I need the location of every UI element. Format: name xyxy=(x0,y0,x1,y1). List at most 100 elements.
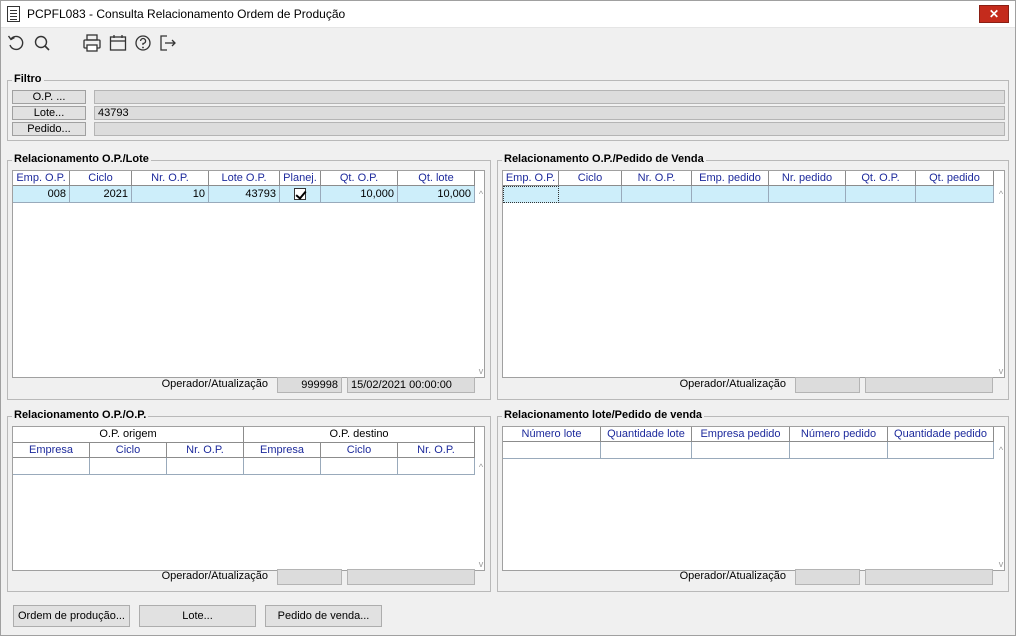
column-header[interactable]: Qt. pedido xyxy=(916,171,994,186)
column-header[interactable]: Planej. xyxy=(280,171,321,186)
table-cell[interactable] xyxy=(244,458,321,475)
planej-checkbox[interactable] xyxy=(294,188,306,200)
toolbar xyxy=(1,29,1015,57)
op-filter-button[interactable]: O.P. ... xyxy=(12,90,86,104)
pedido-filter-field[interactable] xyxy=(94,122,1005,136)
table-cell[interactable] xyxy=(398,458,475,475)
column-header[interactable]: Lote O.P. xyxy=(209,171,280,186)
exit-icon[interactable] xyxy=(157,32,179,54)
calendar-icon[interactable] xyxy=(107,32,129,54)
table-row[interactable] xyxy=(13,458,475,475)
table-cell[interactable] xyxy=(503,442,601,459)
update-date-field xyxy=(347,569,475,585)
column-header[interactable]: Nr. O.P. xyxy=(622,171,692,186)
table-cell[interactable] xyxy=(846,186,916,203)
column-header[interactable]: Número lote xyxy=(503,427,601,442)
table-cell[interactable] xyxy=(916,186,994,203)
scroll-up-icon[interactable]: ^ xyxy=(994,188,1008,200)
search-icon[interactable] xyxy=(31,32,53,54)
scroll-up-icon[interactable]: ^ xyxy=(474,188,488,200)
column-header[interactable]: Emp. O.P. xyxy=(13,171,70,186)
scroll-up-icon[interactable]: ^ xyxy=(474,461,488,473)
cell-planej[interactable] xyxy=(280,186,321,203)
op-filter-field[interactable] xyxy=(94,90,1005,104)
cell-ciclo[interactable]: 2021 xyxy=(70,186,132,203)
cell-qt-lote[interactable]: 10,000 xyxy=(398,186,475,203)
scroll-down-icon[interactable]: v xyxy=(474,558,488,570)
table-cell[interactable] xyxy=(622,186,692,203)
update-date-field: 15/02/2021 00:00:00 xyxy=(347,377,475,393)
op-lote-group: Relacionamento O.P./Lote Emp. O.P. Ciclo… xyxy=(7,153,491,400)
table-cell[interactable] xyxy=(559,186,622,203)
table-cell[interactable] xyxy=(321,458,398,475)
origem-header: O.P. origem xyxy=(13,427,244,443)
column-header[interactable]: Quantidade lote xyxy=(601,427,692,442)
table-cell[interactable] xyxy=(13,458,90,475)
document-icon xyxy=(7,6,20,22)
lote-filter-field[interactable]: 43793 xyxy=(94,106,1005,120)
column-header[interactable]: Emp. pedido xyxy=(692,171,769,186)
op-op-grid[interactable]: O.P. origem O.P. destino Empresa Ciclo N… xyxy=(12,426,485,571)
filter-group: Filtro O.P. ... Lote... 43793 Pedido... xyxy=(7,73,1009,141)
column-header[interactable]: Qt. O.P. xyxy=(846,171,916,186)
lote-button[interactable]: Lote... xyxy=(139,605,256,627)
refresh-icon[interactable] xyxy=(5,32,27,54)
scroll-down-icon[interactable]: v xyxy=(474,365,488,377)
operator-label: Operador/Atualização xyxy=(161,570,268,582)
table-cell[interactable] xyxy=(888,442,994,459)
operator-field: 999998 xyxy=(277,377,342,393)
ordem-producao-button[interactable]: Ordem de produção... xyxy=(13,605,130,627)
operator-field xyxy=(277,569,342,585)
cell-nr-op[interactable]: 10 xyxy=(132,186,209,203)
table-cell[interactable] xyxy=(692,186,769,203)
operator-field xyxy=(795,377,860,393)
column-header[interactable]: Empresa xyxy=(13,443,90,458)
operator-label: Operador/Atualização xyxy=(679,570,786,582)
column-header[interactable]: Ciclo xyxy=(70,171,132,186)
table-row[interactable] xyxy=(503,186,994,203)
table-cell[interactable] xyxy=(167,458,244,475)
pedido-venda-button[interactable]: Pedido de venda... xyxy=(265,605,382,627)
table-row[interactable] xyxy=(503,442,994,459)
column-header[interactable]: Número pedido xyxy=(790,427,888,442)
op-pedido-grid[interactable]: Emp. O.P. Ciclo Nr. O.P. Emp. pedido Nr.… xyxy=(502,170,1005,378)
table-cell[interactable] xyxy=(601,442,692,459)
pedido-filter-button[interactable]: Pedido... xyxy=(12,122,86,136)
destino-header: O.P. destino xyxy=(244,427,475,443)
operator-label: Operador/Atualização xyxy=(161,378,268,390)
cell-lote-op[interactable]: 43793 xyxy=(209,186,280,203)
table-cell[interactable] xyxy=(503,186,559,203)
lote-pedido-grid[interactable]: Número lote Quantidade lote Empresa pedi… xyxy=(502,426,1005,571)
update-date-field xyxy=(865,569,993,585)
scroll-up-icon[interactable]: ^ xyxy=(994,444,1008,456)
column-header[interactable]: Empresa pedido xyxy=(692,427,790,442)
column-header[interactable]: Ciclo xyxy=(90,443,167,458)
scroll-down-icon[interactable]: v xyxy=(994,558,1008,570)
cell-qt-op[interactable]: 10,000 xyxy=(321,186,398,203)
column-header[interactable]: Quantidade pedido xyxy=(888,427,994,442)
print-icon[interactable] xyxy=(81,32,103,54)
lote-filter-button[interactable]: Lote... xyxy=(12,106,86,120)
table-cell[interactable] xyxy=(769,186,846,203)
op-pedido-group: Relacionamento O.P./Pedido de Venda Emp.… xyxy=(497,153,1009,400)
column-header[interactable]: Nr. O.P. xyxy=(167,443,244,458)
table-cell[interactable] xyxy=(692,442,790,459)
column-header[interactable]: Empresa xyxy=(244,443,321,458)
column-header[interactable]: Ciclo xyxy=(559,171,622,186)
cell-emp[interactable]: 008 xyxy=(13,186,70,203)
lote-pedido-group: Relacionamento lote/Pedido de venda Núme… xyxy=(497,409,1009,592)
column-header[interactable]: Emp. O.P. xyxy=(503,171,559,186)
column-header[interactable]: Ciclo xyxy=(321,443,398,458)
help-icon[interactable] xyxy=(132,32,154,54)
column-header[interactable]: Nr. O.P. xyxy=(398,443,475,458)
table-cell[interactable] xyxy=(90,458,167,475)
table-cell[interactable] xyxy=(790,442,888,459)
column-header[interactable]: Nr. pedido xyxy=(769,171,846,186)
column-header[interactable]: Qt. O.P. xyxy=(321,171,398,186)
column-header[interactable]: Qt. lote xyxy=(398,171,475,186)
scroll-down-icon[interactable]: v xyxy=(994,365,1008,377)
close-button[interactable]: ✕ xyxy=(979,5,1009,23)
op-lote-grid[interactable]: Emp. O.P. Ciclo Nr. O.P. Lote O.P. Plane… xyxy=(12,170,485,378)
column-header[interactable]: Nr. O.P. xyxy=(132,171,209,186)
table-row[interactable]: 008 2021 10 43793 10,000 10,000 xyxy=(13,186,475,203)
